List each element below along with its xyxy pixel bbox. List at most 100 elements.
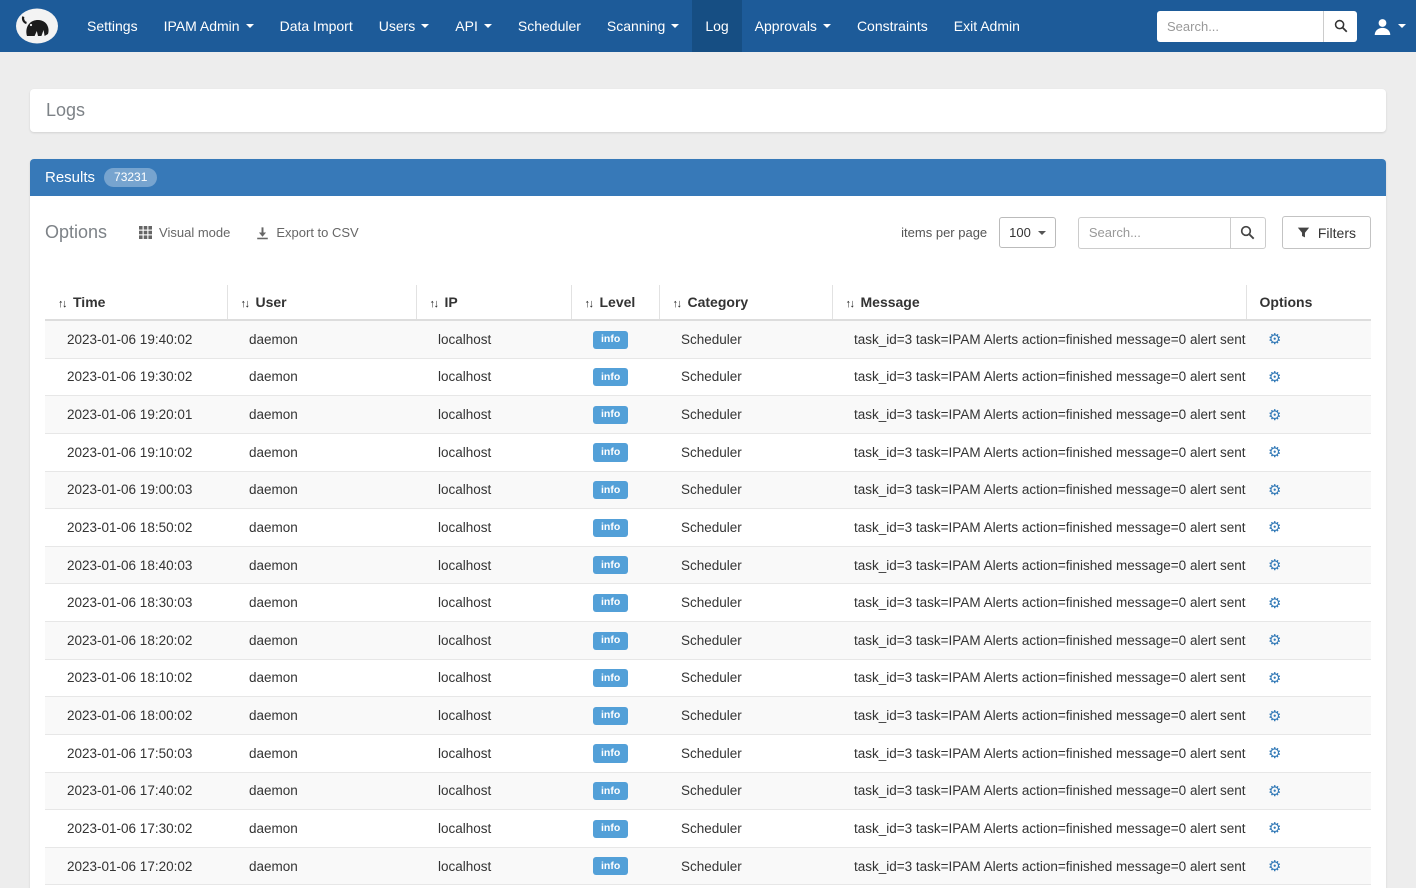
- row-options-gear-icon[interactable]: ⚙: [1268, 594, 1281, 612]
- row-options-gear-icon[interactable]: ⚙: [1268, 669, 1281, 687]
- table-row: 2023-01-06 17:50:03 daemon localhost inf…: [45, 734, 1371, 772]
- navbar-search-input[interactable]: [1157, 11, 1323, 42]
- cell-message: task_id=3 task=IPAM Alerts action=finish…: [832, 358, 1246, 396]
- cell-user: daemon: [227, 810, 416, 848]
- level-badge: info: [593, 820, 628, 838]
- export-csv-button[interactable]: Export to CSV: [256, 225, 358, 240]
- cell-message: task_id=3 task=IPAM Alerts action=finish…: [832, 772, 1246, 810]
- cell-time: 2023-01-06 18:10:02: [45, 659, 227, 697]
- table-row: 2023-01-06 19:10:02 daemon localhost inf…: [45, 433, 1371, 471]
- nav-item-label: Log: [705, 18, 728, 34]
- options-bar: Options Visual mode Export to CSV items …: [30, 196, 1386, 271]
- row-options-gear-icon[interactable]: ⚙: [1268, 631, 1281, 649]
- page-content: Logs Results 73231 Options Visual mode: [0, 89, 1416, 888]
- cell-ip: localhost: [416, 320, 571, 358]
- column-header[interactable]: ↑↓Category: [659, 285, 832, 320]
- level-badge: info: [593, 368, 628, 386]
- cell-user: daemon: [227, 734, 416, 772]
- row-options-gear-icon[interactable]: ⚙: [1268, 707, 1281, 725]
- cell-message: task_id=3 task=IPAM Alerts action=finish…: [832, 659, 1246, 697]
- level-badge: info: [593, 782, 628, 800]
- nav-item[interactable]: Data Import: [267, 0, 366, 52]
- level-badge: info: [593, 632, 628, 650]
- table-search-button[interactable]: [1230, 217, 1266, 249]
- items-per-page-select[interactable]: 100: [999, 217, 1056, 248]
- table-row: 2023-01-06 18:30:03 daemon localhost inf…: [45, 584, 1371, 622]
- nav-item-label: API: [455, 18, 478, 34]
- column-label: Message: [861, 294, 920, 310]
- cell-time: 2023-01-06 19:10:02: [45, 433, 227, 471]
- table-row: 2023-01-06 18:10:02 daemon localhost inf…: [45, 659, 1371, 697]
- cell-user: daemon: [227, 433, 416, 471]
- cell-user: daemon: [227, 320, 416, 358]
- cell-category: Scheduler: [659, 847, 832, 885]
- nav-item[interactable]: API: [442, 0, 505, 52]
- cell-ip: localhost: [416, 584, 571, 622]
- column-label: Options: [1260, 294, 1313, 310]
- options-right: items per page 100: [901, 216, 1371, 249]
- row-options-gear-icon[interactable]: ⚙: [1268, 481, 1281, 499]
- row-options-gear-icon[interactable]: ⚙: [1268, 744, 1281, 762]
- app-logo[interactable]: [14, 6, 60, 46]
- row-options-gear-icon[interactable]: ⚙: [1268, 368, 1281, 386]
- column-header[interactable]: ↑↓User: [227, 285, 416, 320]
- row-options-gear-icon[interactable]: ⚙: [1268, 406, 1281, 424]
- log-table: ↑↓Time ↑↓User ↑↓IP ↑↓Level ↑↓Category ↑↓…: [45, 285, 1371, 888]
- cell-user: daemon: [227, 772, 416, 810]
- row-options-gear-icon[interactable]: ⚙: [1268, 819, 1281, 837]
- row-options-gear-icon[interactable]: ⚙: [1268, 556, 1281, 574]
- sort-icon: ↑↓: [585, 298, 593, 310]
- download-icon: [256, 226, 269, 240]
- cell-message: task_id=3 task=IPAM Alerts action=finish…: [832, 622, 1246, 660]
- row-options-gear-icon[interactable]: ⚙: [1268, 782, 1281, 800]
- column-header[interactable]: ↑↓IP: [416, 285, 571, 320]
- sort-icon: ↑↓: [58, 298, 66, 310]
- row-options-gear-icon[interactable]: ⚙: [1268, 443, 1281, 461]
- cell-category: Scheduler: [659, 471, 832, 509]
- nav-item[interactable]: Log: [692, 0, 741, 52]
- caret-down-icon: [484, 24, 492, 28]
- log-table-wrap: ↑↓Time ↑↓User ↑↓IP ↑↓Level ↑↓Category ↑↓…: [30, 271, 1386, 888]
- cell-message: task_id=3 task=IPAM Alerts action=finish…: [832, 697, 1246, 735]
- column-header[interactable]: ↑↓Message: [832, 285, 1246, 320]
- cell-ip: localhost: [416, 396, 571, 434]
- table-row: 2023-01-06 17:40:02 daemon localhost inf…: [45, 772, 1371, 810]
- column-header[interactable]: ↑↓ Time: [45, 285, 227, 320]
- results-header: Results 73231: [30, 159, 1386, 196]
- nav-item[interactable]: Settings: [74, 0, 151, 52]
- table-search-input[interactable]: [1078, 217, 1230, 249]
- table-row: 2023-01-06 19:00:03 daemon localhost inf…: [45, 471, 1371, 509]
- sort-icon: ↑↓: [673, 298, 681, 310]
- cell-message: task_id=3 task=IPAM Alerts action=finish…: [832, 320, 1246, 358]
- navbar: Settings IPAM Admin Data Import Users AP…: [0, 0, 1416, 52]
- nav-item[interactable]: Approvals: [742, 0, 844, 52]
- nav-item[interactable]: Scheduler: [505, 0, 594, 52]
- visual-mode-button[interactable]: Visual mode: [139, 225, 230, 240]
- column-header[interactable]: ↑↓Level: [571, 285, 659, 320]
- nav-item[interactable]: Exit Admin: [941, 0, 1033, 52]
- user-menu[interactable]: [1373, 17, 1406, 36]
- nav-item[interactable]: Users: [366, 0, 443, 52]
- cell-user: daemon: [227, 622, 416, 660]
- nav-item[interactable]: Scanning: [594, 0, 692, 52]
- nav-item[interactable]: Constraints: [844, 0, 941, 52]
- level-badge: info: [593, 481, 628, 499]
- cell-ip: localhost: [416, 734, 571, 772]
- column-label: Time: [73, 294, 105, 310]
- caret-down-icon: [1398, 24, 1406, 28]
- row-options-gear-icon[interactable]: ⚙: [1268, 857, 1281, 875]
- nav-item[interactable]: IPAM Admin: [151, 0, 267, 52]
- cell-ip: localhost: [416, 358, 571, 396]
- results-count-badge: 73231: [104, 168, 157, 187]
- cell-ip: localhost: [416, 847, 571, 885]
- navbar-right: [1157, 11, 1406, 42]
- cell-message: task_id=3 task=IPAM Alerts action=finish…: [832, 396, 1246, 434]
- row-options-gear-icon[interactable]: ⚙: [1268, 518, 1281, 536]
- column-label: IP: [445, 294, 458, 310]
- navbar-search-button[interactable]: [1323, 11, 1357, 42]
- row-options-gear-icon[interactable]: ⚙: [1268, 330, 1281, 348]
- filters-button[interactable]: Filters: [1282, 216, 1371, 249]
- results-title: Results: [45, 169, 95, 186]
- cell-category: Scheduler: [659, 810, 832, 848]
- nav-item-label: Users: [379, 18, 416, 34]
